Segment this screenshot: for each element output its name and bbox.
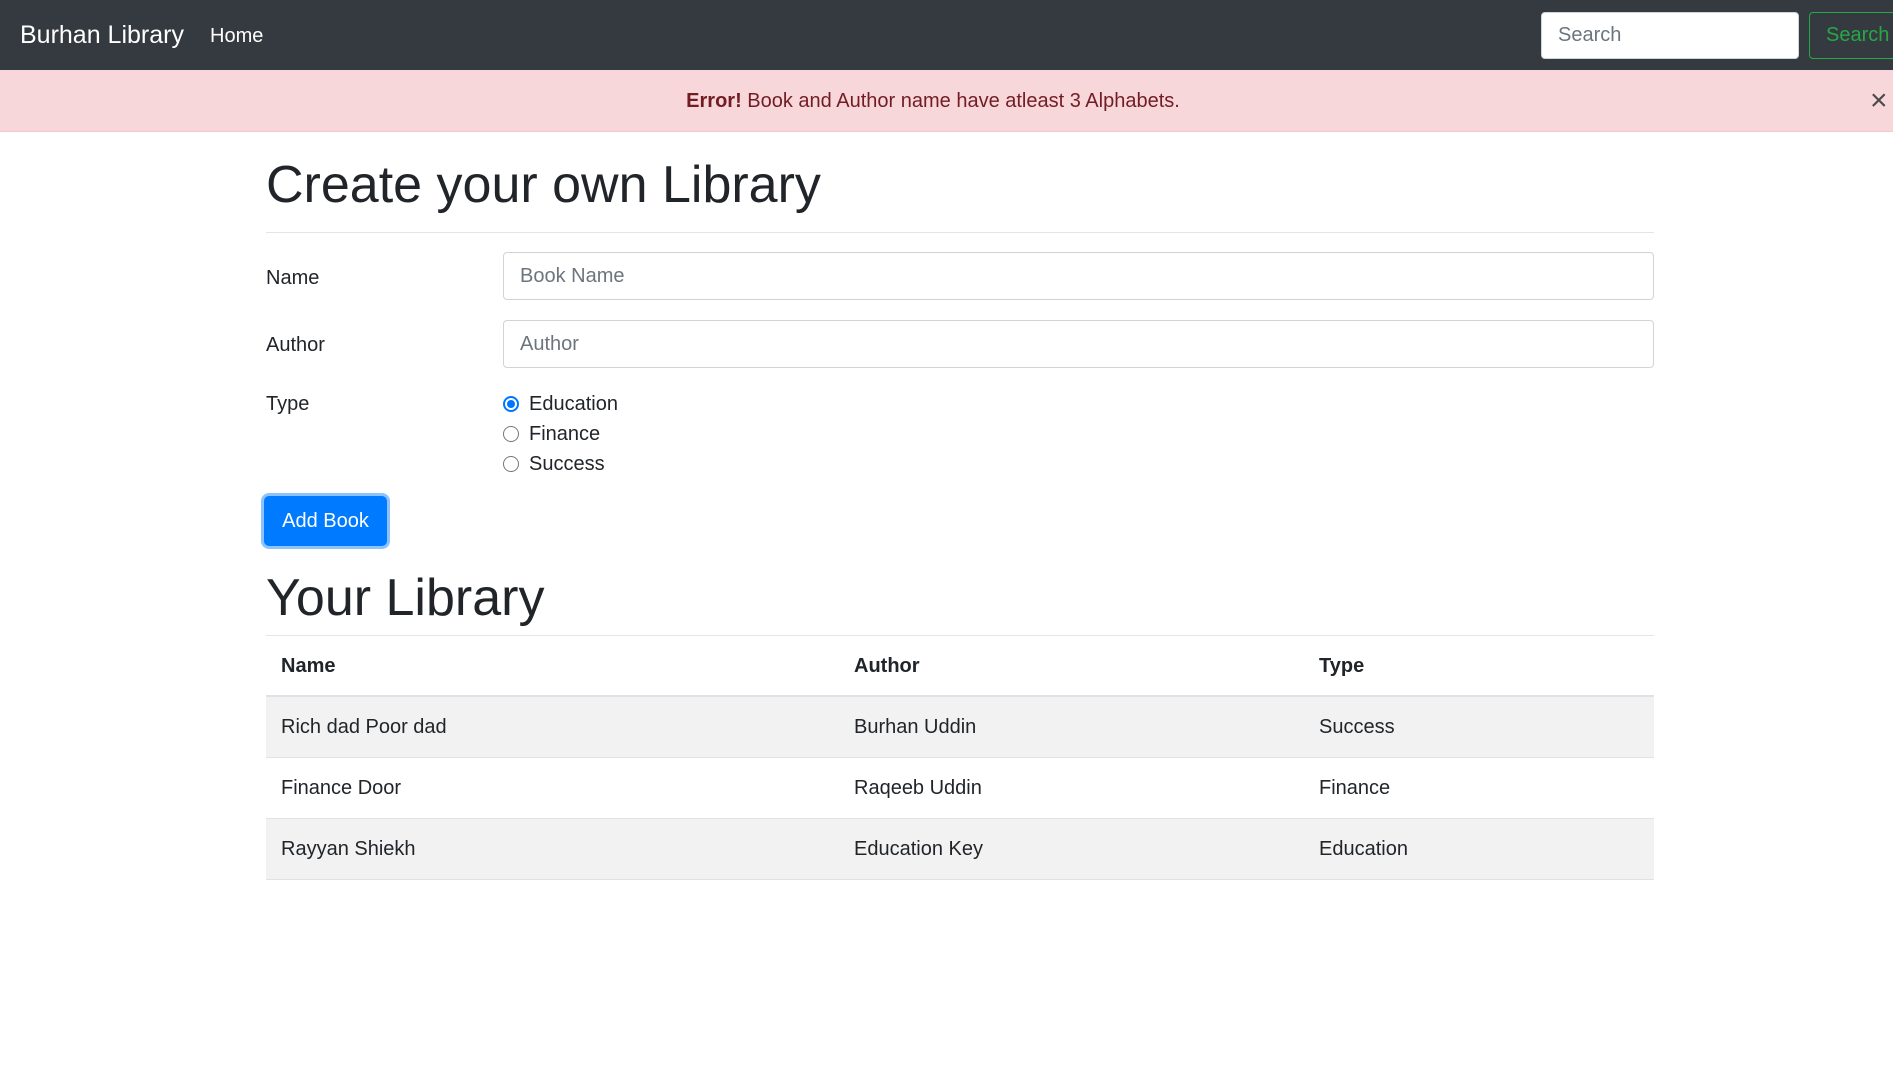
alert-body: Book and Author name have atleast 3 Alph… [741,90,1180,112]
author-input[interactable] [503,320,1654,368]
title-divider [266,232,1654,233]
cell-name: Finance Door [281,777,402,799]
table-header: Name Author Type [266,636,1654,697]
radio-education[interactable] [503,396,519,412]
radio-finance[interactable] [503,426,519,442]
column-header-type: Type [1319,655,1365,677]
navbar-brand[interactable]: Burhan Library [20,18,184,52]
column-header-author: Author [854,655,920,677]
library-table: Name Author Type Rich dad Poor dad Burha… [266,636,1654,880]
cell-author: Raqeeb Uddin [854,777,982,799]
table-row: Finance Door Raqeeb Uddin Finance [266,758,1654,819]
close-icon[interactable]: × [1870,84,1892,118]
error-alert: Error! Book and Author name have atleast… [0,70,1893,132]
library-title: Your Library [266,569,545,627]
book-name-input[interactable] [503,252,1654,300]
author-label: Author [266,334,325,356]
table-row: Rayyan Shiekh Education Key Education [266,819,1654,880]
navbar: Burhan Library Home Search [0,0,1893,70]
type-label: Type [266,393,310,415]
name-label: Name [266,267,320,289]
cell-type: Success [1319,716,1395,738]
table-row: Rich dad Poor dad Burhan Uddin Success [266,697,1654,758]
radio-label-success: Success [529,453,605,475]
cell-name: Rich dad Poor dad [281,716,447,738]
page-title: Create your own Library [266,156,821,214]
add-book-button[interactable]: Add Book [264,496,387,546]
alert-strong: Error! [686,90,742,112]
cell-author: Burhan Uddin [854,716,977,738]
cell-type: Finance [1319,777,1391,799]
alert-message: Error! Book and Author name have atleast… [0,70,1866,132]
nav-link-home[interactable]: Home [210,23,263,49]
column-header-name: Name [281,655,336,677]
search-button[interactable]: Search [1809,12,1893,59]
radio-success[interactable] [503,456,519,472]
radio-label-education: Education [529,393,618,415]
radio-label-finance: Finance [529,423,601,445]
search-input[interactable] [1541,12,1799,59]
cell-name: Rayyan Shiekh [281,838,416,860]
cell-author: Education Key [854,838,983,860]
cell-type: Education [1319,838,1408,860]
